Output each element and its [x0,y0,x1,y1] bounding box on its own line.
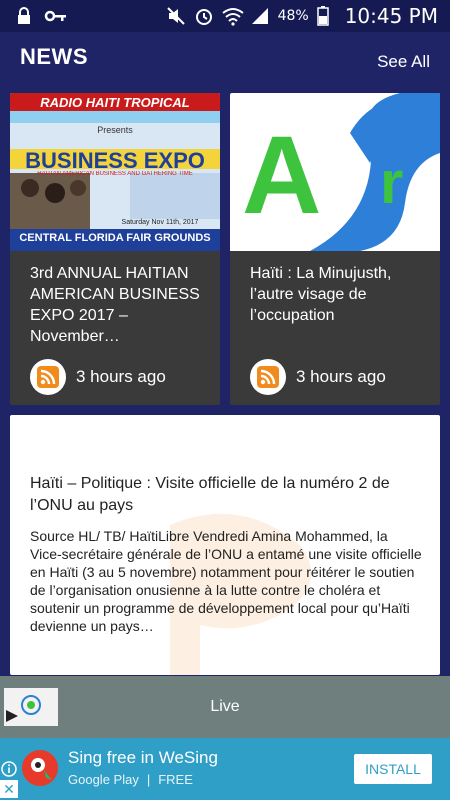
news-meta: 3 hours ago [250,359,386,395]
ad-separator: | [146,772,151,787]
thumbnail-presents: Presents [97,125,133,135]
battery-icon [316,6,337,26]
featured-news-card[interactable]: Haïti – Politique : Visite officielle de… [10,415,440,675]
lock-icon [14,6,34,26]
signal-icon [250,6,270,26]
news-thumbnail: RADIO HAITI TROPICAL Presents BUSINESS E… [10,93,220,251]
see-all-button[interactable]: See All [377,52,430,72]
battery-percent: 48% [277,8,309,24]
news-time: 3 hours ago [296,367,386,386]
rss-icon [250,359,286,395]
ad-headline: Sing free in WeSing [68,748,218,767]
mute-icon [166,6,186,26]
news-time: 3 hours ago [76,367,166,386]
live-label: Live [210,698,240,715]
featured-news-title: Haïti – Politique : Visite officielle de… [30,475,390,514]
thumbnail-venue: CENTRAL FLORIDA FAIR GROUNDS [19,232,211,244]
ad-close-icon[interactable]: ✕ [0,780,18,798]
key-icon [44,6,66,26]
rss-icon [30,359,66,395]
live-player-bar[interactable]: Live [0,676,450,738]
ad-install-button[interactable]: INSTALL [354,754,432,784]
news-title: Haïti : La Minujusth, l’autre visage de … [250,265,392,324]
ad-info-icon[interactable] [0,760,18,778]
featured-news-body: Source HL/ TB/ HaïtiLibre Vendredi Amina… [30,528,422,634]
ad-subline: Google Play | FREE [68,772,193,787]
thumbnail-date: Saturday Nov 11th, 2017 [121,219,199,226]
ad-store: Google Play [68,772,139,787]
ad-price: FREE [158,772,193,787]
wifi-icon [221,6,244,26]
news-title: 3rd ANNUAL HAITIAN AMERICAN BUSINESS EXP… [30,265,200,345]
thumbnail-tagline: HAITIAN AMERICAN BUSINESS AND GATHERING … [37,171,193,177]
svg-text:r: r [380,149,403,216]
news-card[interactable]: A r Haïti : La Minujusth, l’autre visage… [230,93,440,405]
svg-text:A: A [242,114,321,237]
news-meta: 3 hours ago [30,359,166,395]
ad-app-logo [22,750,58,786]
clock: 10:45 PM [344,4,438,28]
status-bar: 48% 10:45 PM [0,0,450,32]
news-header: NEWS See All [0,32,450,90]
thumbnail-station: RADIO HAITI TROPICAL [40,95,190,110]
news-thumbnail: A r [230,93,440,251]
section-title: NEWS [20,44,88,69]
news-card[interactable]: RADIO HAITI TROPICAL Presents BUSINESS E… [10,93,220,405]
ad-banner[interactable]: ✕ Sing free in WeSing Google Play | FREE… [0,738,450,800]
alarm-icon [194,6,214,26]
